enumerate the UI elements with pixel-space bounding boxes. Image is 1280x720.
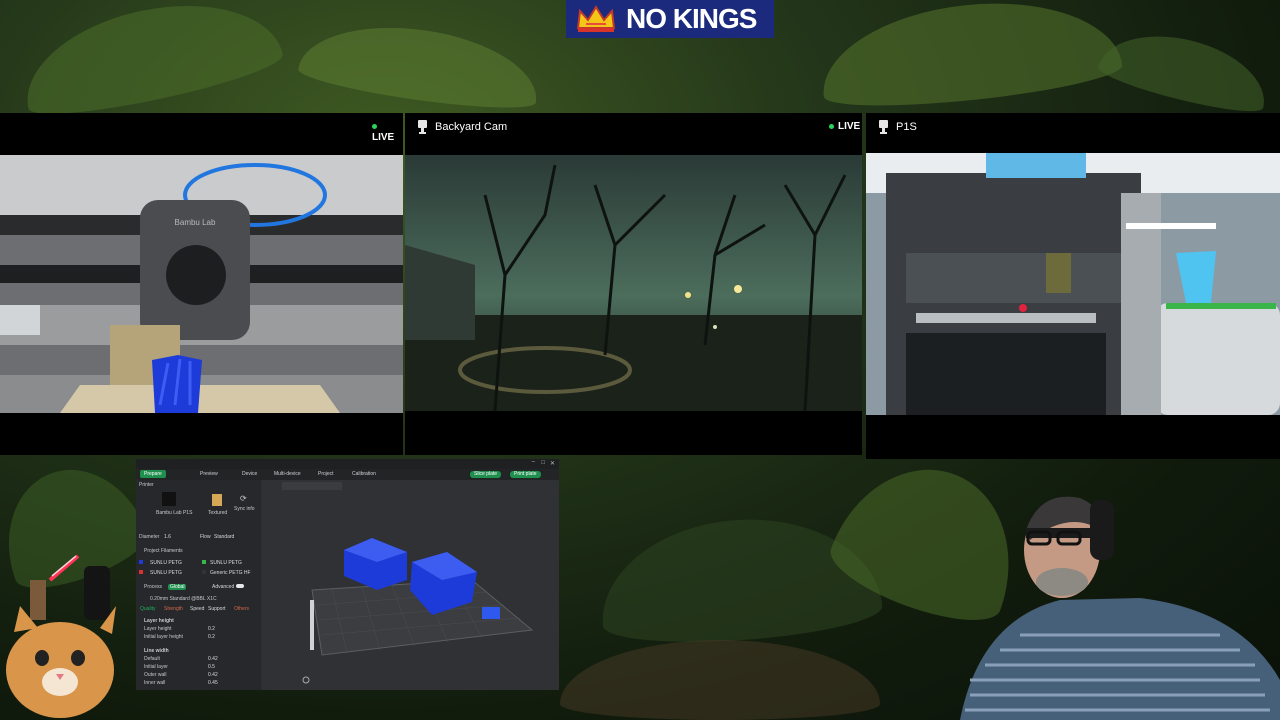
slicer-tab-bar: Prepare Preview Device Multi-device Proj…	[136, 469, 559, 480]
line-width-section: Line width	[144, 648, 169, 654]
print-plate-button[interactable]: Print plate	[510, 471, 541, 478]
lw-inner-value[interactable]: 0.45	[208, 680, 218, 686]
lw-outer-value[interactable]: 0.42	[208, 672, 218, 678]
flow-label: Flow	[200, 534, 211, 540]
crown-icon	[572, 2, 620, 36]
sync-label[interactable]: Sync info	[234, 506, 255, 512]
camera-icon	[879, 120, 888, 134]
tab-others[interactable]: Others	[234, 606, 249, 612]
printer-camera-panel: LIVE Bambu Lab	[0, 113, 403, 455]
filament-1[interactable]: SUNLU PETG	[150, 560, 182, 566]
printer-thumbnail[interactable]	[162, 492, 176, 506]
diameter-label: Diameter	[139, 534, 160, 540]
tab-strength[interactable]: Strength	[164, 606, 183, 612]
settings-sidebar: Printer Bambu Lab P1S Textured ⟳ Sync in…	[136, 480, 261, 690]
tab-device[interactable]: Device	[242, 471, 257, 477]
cat-mascot-overlay	[0, 550, 140, 720]
layer-height-section: Layer height	[144, 618, 174, 624]
streamer-webcam	[940, 470, 1280, 720]
lw-inner-label: Inner wall	[144, 680, 166, 686]
layer-height-label: Layer height	[144, 626, 172, 632]
live-badge: LIVE	[829, 121, 860, 132]
tab-speed[interactable]: Speed	[190, 606, 204, 612]
flow-value[interactable]: Standard	[214, 534, 234, 540]
3d-viewport[interactable]	[262, 480, 559, 690]
close-icon[interactable]: ✕	[550, 460, 555, 467]
lw-outer-label: Outer wall	[144, 672, 167, 678]
tab-preview[interactable]: Preview	[200, 471, 218, 477]
filament-4-swatch[interactable]	[202, 570, 206, 574]
lw-default-value[interactable]: 0.42	[208, 656, 218, 662]
filament-4[interactable]: Generic PETG HF	[210, 570, 251, 576]
p1s-camera-panel: P1S	[866, 113, 1280, 459]
layer-height-value[interactable]: 0.2	[208, 626, 215, 632]
initial-layer-height-label: Initial layer height	[144, 634, 183, 640]
filament-2-swatch[interactable]	[202, 560, 206, 564]
maximize-icon[interactable]: □	[541, 460, 545, 466]
panel-header: LIVE	[0, 113, 403, 143]
diameter-value[interactable]: 1.6	[164, 534, 171, 540]
process-profile[interactable]: 0.20mm Standard @BBL X1C	[150, 596, 217, 602]
sync-icon[interactable]: ⟳	[240, 494, 247, 503]
no-kings-banner: NO KINGS	[566, 0, 774, 38]
tab-support[interactable]: Support	[208, 606, 226, 612]
initial-layer-height-value[interactable]: 0.2	[208, 634, 215, 640]
lw-default-label: Default	[144, 656, 160, 662]
lw-initial-label: Initial layer	[144, 664, 168, 670]
printer-brand-text: Bambu Lab	[175, 218, 216, 227]
camera-title: Backyard Cam	[435, 121, 508, 133]
plate-thumbnail[interactable]	[212, 494, 222, 506]
banner-text: NO KINGS	[626, 3, 757, 34]
slicer-title-bar: ✕ □ –	[136, 459, 559, 469]
printer-name[interactable]: Bambu Lab P1S	[156, 510, 192, 516]
panel-header: Backyard Cam LIVE	[405, 113, 862, 143]
live-badge: LIVE	[372, 121, 403, 143]
advanced-label: Advanced	[212, 584, 235, 590]
advanced-toggle[interactable]	[236, 584, 244, 588]
process-mode[interactable]: Global	[168, 584, 187, 590]
tab-calibration[interactable]: Calibration	[352, 471, 376, 477]
p1s-camera-feed	[866, 153, 1280, 415]
filament-2[interactable]: SUNLU PETG	[210, 560, 242, 566]
filament-section-title: Project Filaments	[144, 548, 183, 554]
printer-camera-feed: Bambu Lab	[0, 155, 403, 413]
tab-quality[interactable]: Quality	[140, 606, 156, 612]
lw-initial-value[interactable]: 0.5	[208, 664, 215, 670]
tab-prepare[interactable]: Prepare	[140, 470, 166, 478]
plate-label[interactable]: Textured	[208, 510, 227, 516]
process-label: Process	[144, 584, 163, 590]
camera-title: P1S	[896, 121, 917, 133]
camera-icon	[418, 120, 427, 134]
minimize-icon[interactable]: –	[532, 459, 535, 465]
backyard-camera-panel: Backyard Cam LIVE	[405, 113, 862, 455]
backyard-camera-feed	[405, 155, 862, 411]
slicer-window[interactable]: ✕ □ – Prepare Preview Device Multi-devic…	[136, 459, 559, 690]
tab-project[interactable]: Project	[318, 471, 334, 477]
viewport-toolbar	[282, 482, 342, 490]
filament-3[interactable]: SUNLU PETG	[150, 570, 182, 576]
printer-section-title: Printer	[139, 482, 154, 488]
panel-header: P1S	[866, 113, 1280, 143]
model-small-part	[482, 607, 500, 619]
slice-plate-button[interactable]: Slice plate	[470, 471, 502, 478]
tab-multi-device[interactable]: Multi-device	[274, 471, 301, 477]
